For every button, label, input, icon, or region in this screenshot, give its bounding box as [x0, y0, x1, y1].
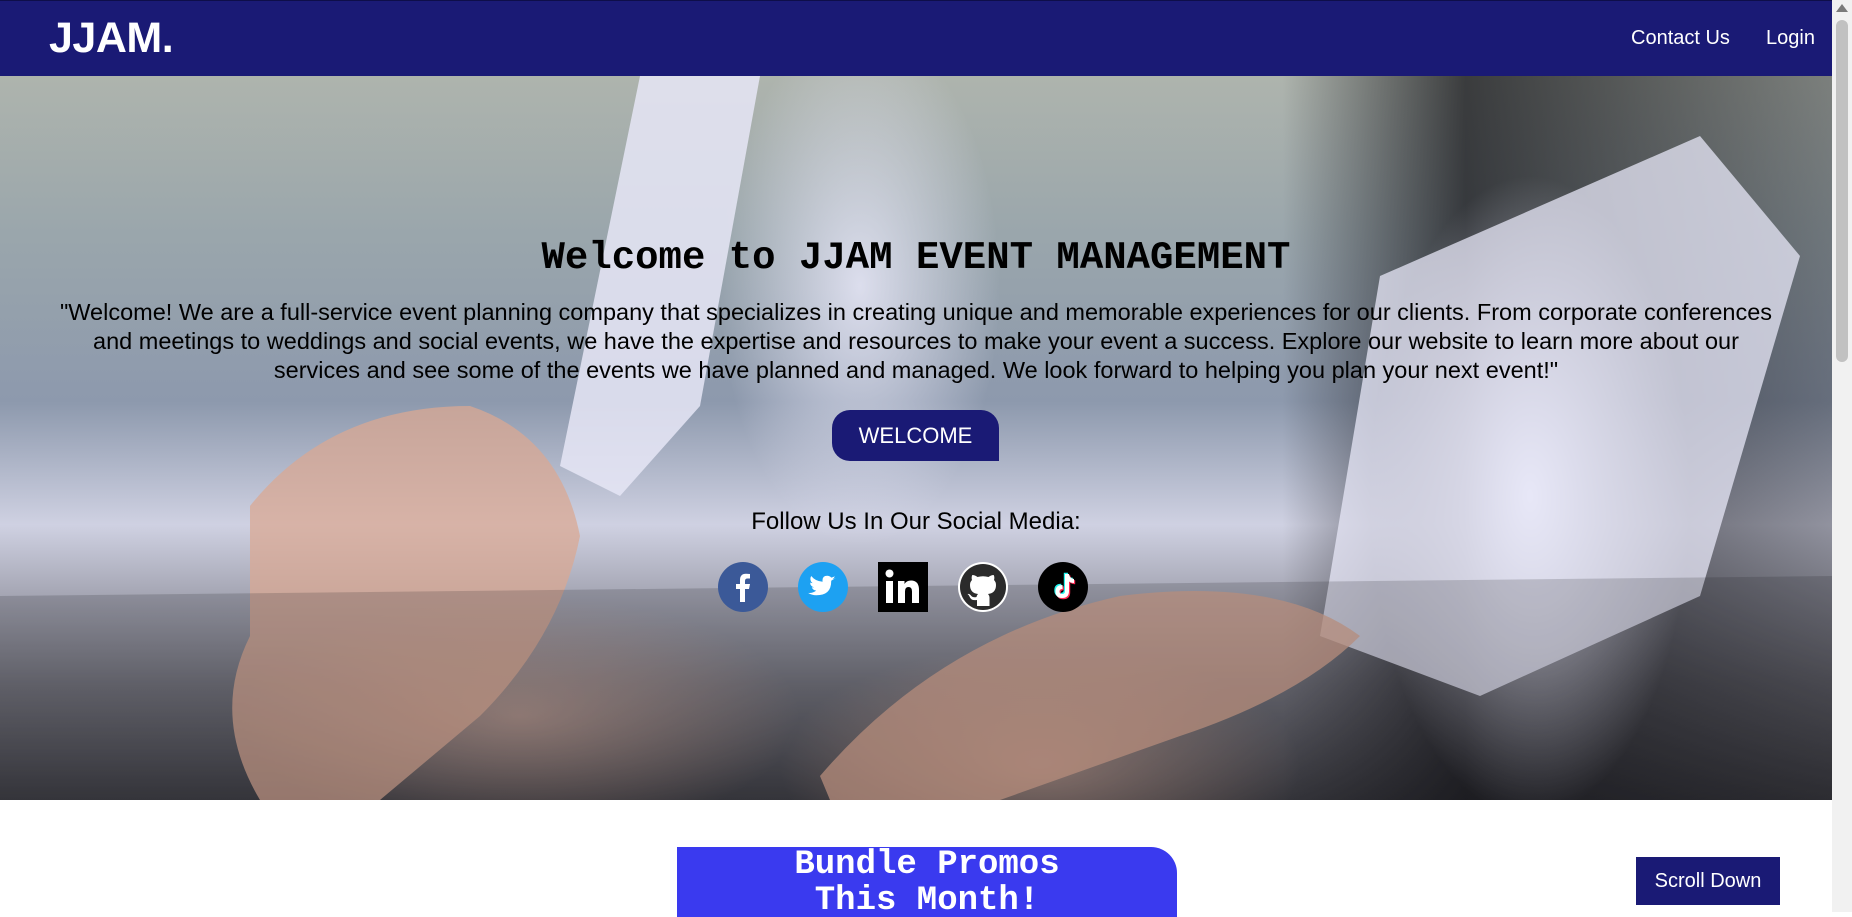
hero-title: Welcome to JJAM EVENT MANAGEMENT — [541, 236, 1291, 280]
nav-link-login[interactable]: Login — [1766, 27, 1815, 50]
scrollbar-thumb[interactable] — [1836, 20, 1848, 362]
follow-us-label: Follow Us In Our Social Media: — [751, 508, 1081, 535]
promo-title: Bundle Promos This Month! — [677, 847, 1177, 917]
hero-description-line: "Welcome! We are a full-service event pl… — [59, 299, 1773, 325]
hero-description-line: and meetings to weddings and social even… — [93, 328, 1739, 354]
hero-section: Welcome to JJAM EVENT MANAGEMENT "Welcom… — [0, 76, 1832, 800]
scroll-down-button[interactable]: Scroll Down — [1636, 857, 1780, 905]
facebook-icon[interactable] — [718, 562, 768, 612]
linkedin-icon[interactable] — [878, 562, 928, 612]
promo-title-line: Bundle Promos — [794, 847, 1060, 884]
scroll-up-arrow-icon[interactable] — [1836, 4, 1848, 12]
social-media-links — [718, 562, 1090, 612]
bundle-promos-card: Bundle Promos This Month! — [677, 847, 1177, 917]
welcome-button[interactable]: WELCOME — [832, 410, 999, 461]
twitter-icon[interactable] — [798, 562, 848, 612]
top-navbar: JJAM. Contact Us Login — [0, 0, 1832, 76]
nav-link-contact-us[interactable]: Contact Us — [1631, 27, 1730, 50]
tiktok-icon[interactable] — [1038, 562, 1088, 612]
hero-description: "Welcome! We are a full-service event pl… — [0, 298, 1832, 385]
brand-logo[interactable]: JJAM. — [49, 14, 174, 63]
hero-description-line: services and see some of the events we h… — [273, 357, 1559, 383]
github-icon[interactable] — [958, 562, 1008, 612]
